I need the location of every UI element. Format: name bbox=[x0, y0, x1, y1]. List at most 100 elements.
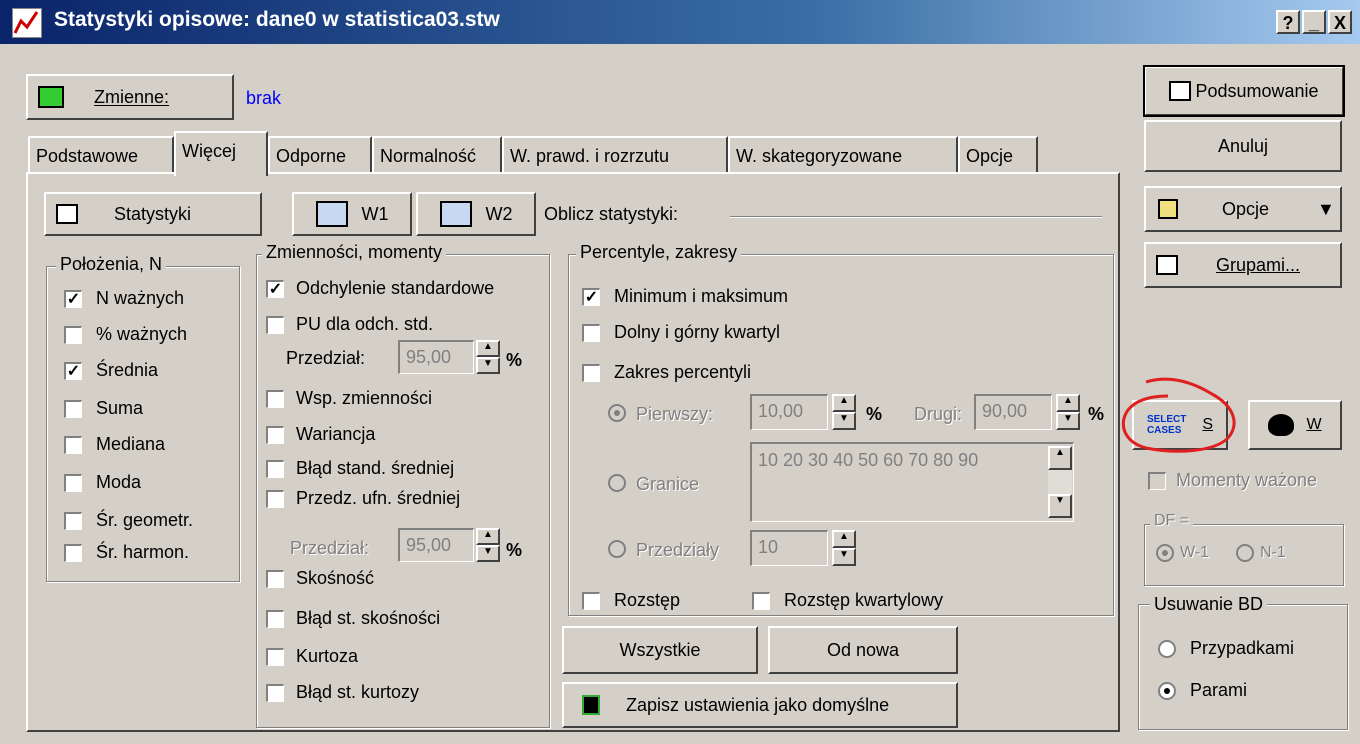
tab-opcje[interactable]: Opcje bbox=[958, 136, 1038, 172]
podsumowanie-button[interactable]: Podsumowanie bbox=[1143, 65, 1345, 117]
minmax-checkbox[interactable]: ✓ bbox=[582, 288, 600, 306]
help-button[interactable]: ? bbox=[1276, 10, 1300, 34]
red-annotation-circle bbox=[1122, 377, 1236, 453]
scroll-up-arrow[interactable]: ▲ bbox=[1048, 446, 1072, 470]
parami-radio[interactable] bbox=[1158, 682, 1176, 700]
drugi-spinner[interactable]: ▲ ▼ bbox=[1056, 394, 1080, 430]
opcje-label: Opcje bbox=[1222, 198, 1270, 219]
przedzialy-radio[interactable] bbox=[608, 540, 626, 558]
weight-button[interactable]: W bbox=[1248, 400, 1342, 450]
pierwszy-label: Pierwszy: bbox=[636, 404, 714, 424]
przypadkami-label: Przypadkami bbox=[1190, 638, 1295, 658]
grupami-button[interactable]: Grupami... bbox=[1144, 242, 1342, 288]
window-title: Statystyki opisowe: dane0 w statistica03… bbox=[54, 8, 500, 31]
przedzial1-field[interactable]: 95,00 bbox=[398, 340, 474, 374]
skosnosc-checkbox[interactable] bbox=[266, 570, 284, 588]
podsumowanie-label: Podsumowanie bbox=[1195, 80, 1319, 101]
tab-wiecej[interactable]: Więcej bbox=[174, 131, 268, 176]
statystyki-button[interactable]: Statystyki bbox=[44, 192, 262, 236]
blad-skos-checkbox[interactable] bbox=[266, 610, 284, 628]
pierwszy-field[interactable]: 10,00 bbox=[750, 394, 828, 430]
polozenia-group bbox=[46, 266, 240, 582]
tab-podstawowe[interactable]: Podstawowe bbox=[28, 136, 174, 172]
przedzial2-spinner[interactable]: ▲ ▼ bbox=[476, 528, 500, 562]
pu-checkbox[interactable] bbox=[266, 316, 284, 334]
tab-normalnosc[interactable]: Normalność bbox=[372, 136, 502, 172]
polozenia-checkbox-0[interactable]: ✓ bbox=[64, 290, 82, 308]
tab-odporne[interactable]: Odporne bbox=[268, 136, 372, 172]
dropdown-arrow-icon: ▼ bbox=[1317, 198, 1335, 219]
rozstep-checkbox[interactable] bbox=[582, 592, 600, 610]
polozenia-checkbox-3[interactable] bbox=[64, 400, 82, 418]
wariancja-checkbox[interactable] bbox=[266, 426, 284, 444]
scroll-down-arrow[interactable]: ▼ bbox=[1048, 494, 1072, 518]
wariancja-label: Wariancja bbox=[296, 424, 376, 444]
polozenia-label-6: Śr. geometr. bbox=[96, 510, 194, 530]
wsp-checkbox[interactable] bbox=[266, 390, 284, 408]
przedz-ufn-checkbox[interactable] bbox=[266, 490, 284, 508]
tab-w-prawd[interactable]: W. prawd. i rozrzutu bbox=[502, 136, 728, 172]
przedzialy-spinner[interactable]: ▲ ▼ bbox=[832, 530, 856, 566]
przedzial1-spinner[interactable]: ▲ ▼ bbox=[476, 340, 500, 374]
odchylenie-checkbox[interactable]: ✓ bbox=[266, 280, 284, 298]
spreadsheet-icon bbox=[315, 201, 348, 227]
tab-w-skategoryzowane[interactable]: W. skategoryzowane bbox=[728, 136, 958, 172]
pierwszy-radio[interactable] bbox=[608, 404, 626, 422]
variables-button[interactable]: Zmienne: bbox=[26, 74, 234, 120]
blad-sred-checkbox[interactable] bbox=[266, 460, 284, 478]
variables-icon bbox=[38, 86, 64, 108]
minimize-button[interactable]: _ bbox=[1302, 10, 1326, 34]
anuluj-button[interactable]: Anuluj bbox=[1144, 120, 1342, 172]
zapisz-label: Zapisz ustawienia jako domyślne bbox=[626, 694, 890, 715]
przypadkami-radio[interactable] bbox=[1158, 640, 1176, 658]
w1-button[interactable]: W1 bbox=[292, 192, 412, 236]
df-n1-radio[interactable] bbox=[1236, 544, 1254, 562]
df-n1-label: N-1 bbox=[1260, 544, 1286, 561]
w2-button[interactable]: W2 bbox=[416, 192, 536, 236]
kwartyl-checkbox[interactable] bbox=[582, 324, 600, 342]
blad-kurt-checkbox[interactable] bbox=[266, 684, 284, 702]
polozenia-checkbox-7[interactable] bbox=[64, 544, 82, 562]
granice-radio[interactable] bbox=[608, 474, 626, 492]
polozenia-checkbox-6[interactable] bbox=[64, 512, 82, 530]
close-button[interactable]: X bbox=[1328, 10, 1352, 34]
polozenia-checkbox-2[interactable]: ✓ bbox=[64, 362, 82, 380]
kurtoza-checkbox[interactable] bbox=[266, 648, 284, 666]
przedzialy-field[interactable]: 10 bbox=[750, 530, 828, 566]
rozstep-kw-checkbox[interactable] bbox=[752, 592, 770, 610]
drugi-unit: % bbox=[1088, 404, 1105, 424]
pierwszy-spinner[interactable]: ▲ ▼ bbox=[832, 394, 856, 430]
statystyki-label: Statystyki bbox=[114, 203, 192, 224]
zapisz-button[interactable]: Zapisz ustawienia jako domyślne bbox=[562, 682, 958, 728]
momenty-checkbox[interactable] bbox=[1148, 472, 1166, 490]
summary-grid-icon bbox=[1169, 81, 1192, 101]
granice-textarea[interactable]: 10 20 30 40 50 60 70 80 90 bbox=[750, 442, 1074, 522]
polozenia-checkbox-5[interactable] bbox=[64, 474, 82, 492]
odchylenie-label: Odchylenie standardowe bbox=[296, 278, 495, 298]
df-w1-radio[interactable] bbox=[1156, 544, 1174, 562]
polozenia-checkbox-1[interactable] bbox=[64, 326, 82, 344]
polozenia-label-1: % ważnych bbox=[96, 324, 188, 344]
kurtoza-label: Kurtoza bbox=[296, 646, 359, 666]
app-icon bbox=[12, 8, 42, 38]
parami-label: Parami bbox=[1190, 680, 1248, 700]
od-nowa-button[interactable]: Od nowa bbox=[768, 626, 958, 674]
variables-value: brak bbox=[246, 88, 282, 108]
options-icon bbox=[1158, 199, 1178, 219]
polozenia-label-4: Mediana bbox=[96, 434, 166, 454]
polozenia-legend: Położenia, N bbox=[56, 254, 167, 275]
polozenia-checkbox-4[interactable] bbox=[64, 436, 82, 454]
opcje-button[interactable]: Opcje ▼ bbox=[1144, 186, 1342, 232]
wszystkie-button[interactable]: Wszystkie bbox=[562, 626, 758, 674]
weight-label: W bbox=[1306, 416, 1322, 433]
drugi-field[interactable]: 90,00 bbox=[974, 394, 1052, 430]
pu-label: PU dla odch. std. bbox=[296, 314, 434, 334]
przedzial2-field[interactable]: 95,00 bbox=[398, 528, 474, 562]
zmiennosci-legend: Zmienności, momenty bbox=[262, 242, 447, 263]
granice-scrollbar[interactable]: ▲ ▼ bbox=[1048, 446, 1072, 518]
rozstep-kw-label: Rozstęp kwartylowy bbox=[784, 590, 944, 610]
usuwanie-legend: Usuwanie BD bbox=[1150, 594, 1268, 615]
zakres-checkbox[interactable] bbox=[582, 364, 600, 382]
blad-kurt-label: Błąd st. kurtozy bbox=[296, 682, 420, 702]
przedz-ufn-label: Przedz. ufn. średniej bbox=[296, 488, 461, 508]
